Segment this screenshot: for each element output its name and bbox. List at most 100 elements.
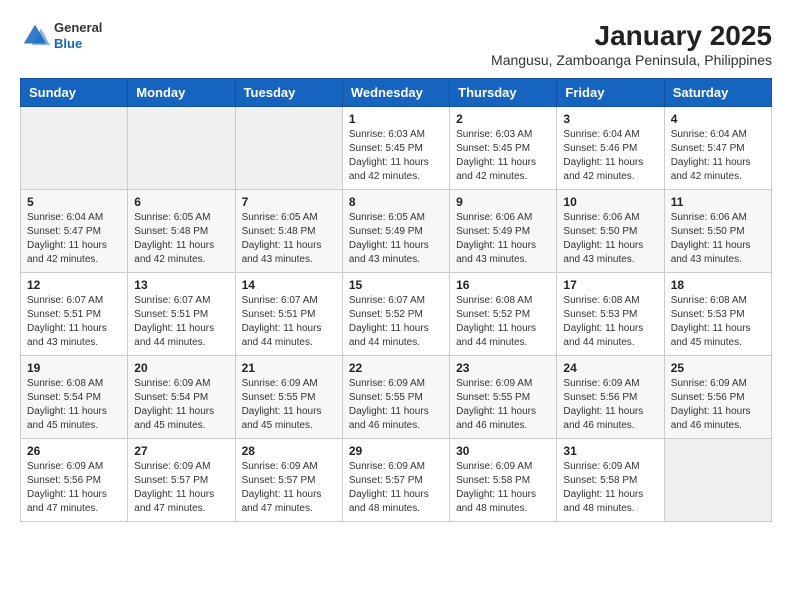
day-number: 6 (134, 195, 228, 209)
calendar-cell: 2 Sunrise: 6:03 AM Sunset: 5:45 PM Daylig… (450, 107, 557, 190)
day-info: Sunrise: 6:09 AM Sunset: 5:57 PM Dayligh… (242, 460, 336, 516)
calendar-cell: 22 Sunrise: 6:09 AM Sunset: 5:55 PM Dayli… (342, 356, 449, 439)
calendar-cell: 16 Sunrise: 6:08 AM Sunset: 5:52 PM Dayli… (450, 273, 557, 356)
subtitle: Mangusu, Zamboanga Peninsula, Philippine… (491, 52, 772, 68)
day-number: 3 (563, 112, 657, 126)
day-info: Sunrise: 6:09 AM Sunset: 5:58 PM Dayligh… (456, 460, 550, 516)
calendar-cell: 13Sunrise: 6:07 AM Sunset: 5:51 PM Dayli… (128, 273, 235, 356)
day-info: Sunrise: 6:08 AM Sunset: 5:53 PM Dayligh… (671, 294, 765, 350)
calendar-cell: 4 Sunrise: 6:04 AM Sunset: 5:47 PM Daylig… (664, 107, 771, 190)
calendar-cell: 3Sunrise: 6:04 AM Sunset: 5:46 PM Daylig… (557, 107, 664, 190)
calendar-header-wednesday: Wednesday (342, 79, 449, 107)
day-number: 4 (671, 112, 765, 126)
logo-icon (20, 21, 50, 51)
page-header: General Blue January 2025 Mangusu, Zambo… (20, 20, 772, 68)
day-number: 14 (242, 278, 336, 292)
day-info: Sunrise: 6:09 AM Sunset: 5:58 PM Dayligh… (563, 460, 657, 516)
day-number: 16 (456, 278, 550, 292)
calendar-cell: 14 Sunrise: 6:07 AM Sunset: 5:51 PM Dayli… (235, 273, 342, 356)
calendar-header-tuesday: Tuesday (235, 79, 342, 107)
calendar-cell: 24Sunrise: 6:09 AM Sunset: 5:56 PM Dayli… (557, 356, 664, 439)
day-number: 18 (671, 278, 765, 292)
day-number: 10 (563, 195, 657, 209)
logo-blue: Blue (54, 36, 102, 52)
day-info: Sunrise: 6:04 AM Sunset: 5:47 PM Dayligh… (27, 211, 121, 267)
calendar-week-2: 5 Sunrise: 6:04 AM Sunset: 5:47 PM Daylig… (21, 190, 772, 273)
day-info: Sunrise: 6:07 AM Sunset: 5:51 PM Dayligh… (242, 294, 336, 350)
calendar-cell: 27Sunrise: 6:09 AM Sunset: 5:57 PM Dayli… (128, 439, 235, 522)
calendar-cell: 6 Sunrise: 6:05 AM Sunset: 5:48 PM Daylig… (128, 190, 235, 273)
calendar-table: SundayMondayTuesdayWednesdayThursdayFrid… (20, 78, 772, 522)
calendar-header-monday: Monday (128, 79, 235, 107)
day-number: 8 (349, 195, 443, 209)
day-number: 1 (349, 112, 443, 126)
calendar-cell: 9 Sunrise: 6:06 AM Sunset: 5:49 PM Daylig… (450, 190, 557, 273)
day-info: Sunrise: 6:07 AM Sunset: 5:52 PM Dayligh… (349, 294, 443, 350)
day-info: Sunrise: 6:05 AM Sunset: 5:49 PM Dayligh… (349, 211, 443, 267)
day-number: 31 (563, 444, 657, 458)
calendar-cell: 15 Sunrise: 6:07 AM Sunset: 5:52 PM Dayli… (342, 273, 449, 356)
day-number: 19 (27, 361, 121, 375)
day-info: Sunrise: 6:09 AM Sunset: 5:56 PM Dayligh… (27, 460, 121, 516)
calendar-header-thursday: Thursday (450, 79, 557, 107)
day-info: Sunrise: 6:09 AM Sunset: 5:55 PM Dayligh… (242, 377, 336, 433)
day-info: Sunrise: 6:06 AM Sunset: 5:50 PM Dayligh… (563, 211, 657, 267)
day-info: Sunrise: 6:09 AM Sunset: 5:57 PM Dayligh… (349, 460, 443, 516)
day-info: Sunrise: 6:09 AM Sunset: 5:56 PM Dayligh… (671, 377, 765, 433)
title-block: January 2025 Mangusu, Zamboanga Peninsul… (491, 20, 772, 68)
calendar-week-3: 12 Sunrise: 6:07 AM Sunset: 5:51 PM Dayli… (21, 273, 772, 356)
calendar-cell (128, 107, 235, 190)
day-number: 2 (456, 112, 550, 126)
calendar-header-friday: Friday (557, 79, 664, 107)
day-info: Sunrise: 6:08 AM Sunset: 5:53 PM Dayligh… (563, 294, 657, 350)
calendar-cell: 8 Sunrise: 6:05 AM Sunset: 5:49 PM Daylig… (342, 190, 449, 273)
day-number: 26 (27, 444, 121, 458)
day-info: Sunrise: 6:05 AM Sunset: 5:48 PM Dayligh… (242, 211, 336, 267)
day-info: Sunrise: 6:06 AM Sunset: 5:49 PM Dayligh… (456, 211, 550, 267)
calendar-cell: 29Sunrise: 6:09 AM Sunset: 5:57 PM Dayli… (342, 439, 449, 522)
day-info: Sunrise: 6:08 AM Sunset: 5:52 PM Dayligh… (456, 294, 550, 350)
main-title: January 2025 (491, 20, 772, 52)
logo: General Blue (20, 20, 102, 51)
day-number: 22 (349, 361, 443, 375)
day-info: Sunrise: 6:08 AM Sunset: 5:54 PM Dayligh… (27, 377, 121, 433)
day-info: Sunrise: 6:07 AM Sunset: 5:51 PM Dayligh… (27, 294, 121, 350)
calendar-week-4: 19 Sunrise: 6:08 AM Sunset: 5:54 PM Dayli… (21, 356, 772, 439)
logo-general: General (54, 20, 102, 36)
day-number: 7 (242, 195, 336, 209)
day-info: Sunrise: 6:09 AM Sunset: 5:55 PM Dayligh… (456, 377, 550, 433)
day-number: 12 (27, 278, 121, 292)
day-number: 15 (349, 278, 443, 292)
calendar-cell: 23 Sunrise: 6:09 AM Sunset: 5:55 PM Dayli… (450, 356, 557, 439)
calendar-cell: 19 Sunrise: 6:08 AM Sunset: 5:54 PM Dayli… (21, 356, 128, 439)
day-info: Sunrise: 6:09 AM Sunset: 5:56 PM Dayligh… (563, 377, 657, 433)
day-number: 23 (456, 361, 550, 375)
calendar-cell: 10 Sunrise: 6:06 AM Sunset: 5:50 PM Dayli… (557, 190, 664, 273)
calendar-cell: 11Sunrise: 6:06 AM Sunset: 5:50 PM Dayli… (664, 190, 771, 273)
logo-text: General Blue (54, 20, 102, 51)
calendar-week-1: 1 Sunrise: 6:03 AM Sunset: 5:45 PM Daylig… (21, 107, 772, 190)
day-info: Sunrise: 6:04 AM Sunset: 5:47 PM Dayligh… (671, 128, 765, 184)
day-number: 27 (134, 444, 228, 458)
day-number: 9 (456, 195, 550, 209)
calendar-cell: 20Sunrise: 6:09 AM Sunset: 5:54 PM Dayli… (128, 356, 235, 439)
calendar-header-sunday: Sunday (21, 79, 128, 107)
calendar-cell (21, 107, 128, 190)
day-number: 5 (27, 195, 121, 209)
day-info: Sunrise: 6:05 AM Sunset: 5:48 PM Dayligh… (134, 211, 228, 267)
calendar-cell: 30Sunrise: 6:09 AM Sunset: 5:58 PM Dayli… (450, 439, 557, 522)
calendar-cell: 7 Sunrise: 6:05 AM Sunset: 5:48 PM Daylig… (235, 190, 342, 273)
calendar-cell: 18 Sunrise: 6:08 AM Sunset: 5:53 PM Dayli… (664, 273, 771, 356)
day-number: 13 (134, 278, 228, 292)
day-number: 28 (242, 444, 336, 458)
day-info: Sunrise: 6:09 AM Sunset: 5:55 PM Dayligh… (349, 377, 443, 433)
calendar-cell: 1Sunrise: 6:03 AM Sunset: 5:45 PM Daylig… (342, 107, 449, 190)
calendar-cell: 12 Sunrise: 6:07 AM Sunset: 5:51 PM Dayli… (21, 273, 128, 356)
day-info: Sunrise: 6:03 AM Sunset: 5:45 PM Dayligh… (456, 128, 550, 184)
calendar-cell: 5 Sunrise: 6:04 AM Sunset: 5:47 PM Daylig… (21, 190, 128, 273)
calendar-cell (235, 107, 342, 190)
day-number: 20 (134, 361, 228, 375)
calendar-cell: 25Sunrise: 6:09 AM Sunset: 5:56 PM Dayli… (664, 356, 771, 439)
calendar-cell: 17Sunrise: 6:08 AM Sunset: 5:53 PM Dayli… (557, 273, 664, 356)
calendar-week-5: 26 Sunrise: 6:09 AM Sunset: 5:56 PM Dayli… (21, 439, 772, 522)
